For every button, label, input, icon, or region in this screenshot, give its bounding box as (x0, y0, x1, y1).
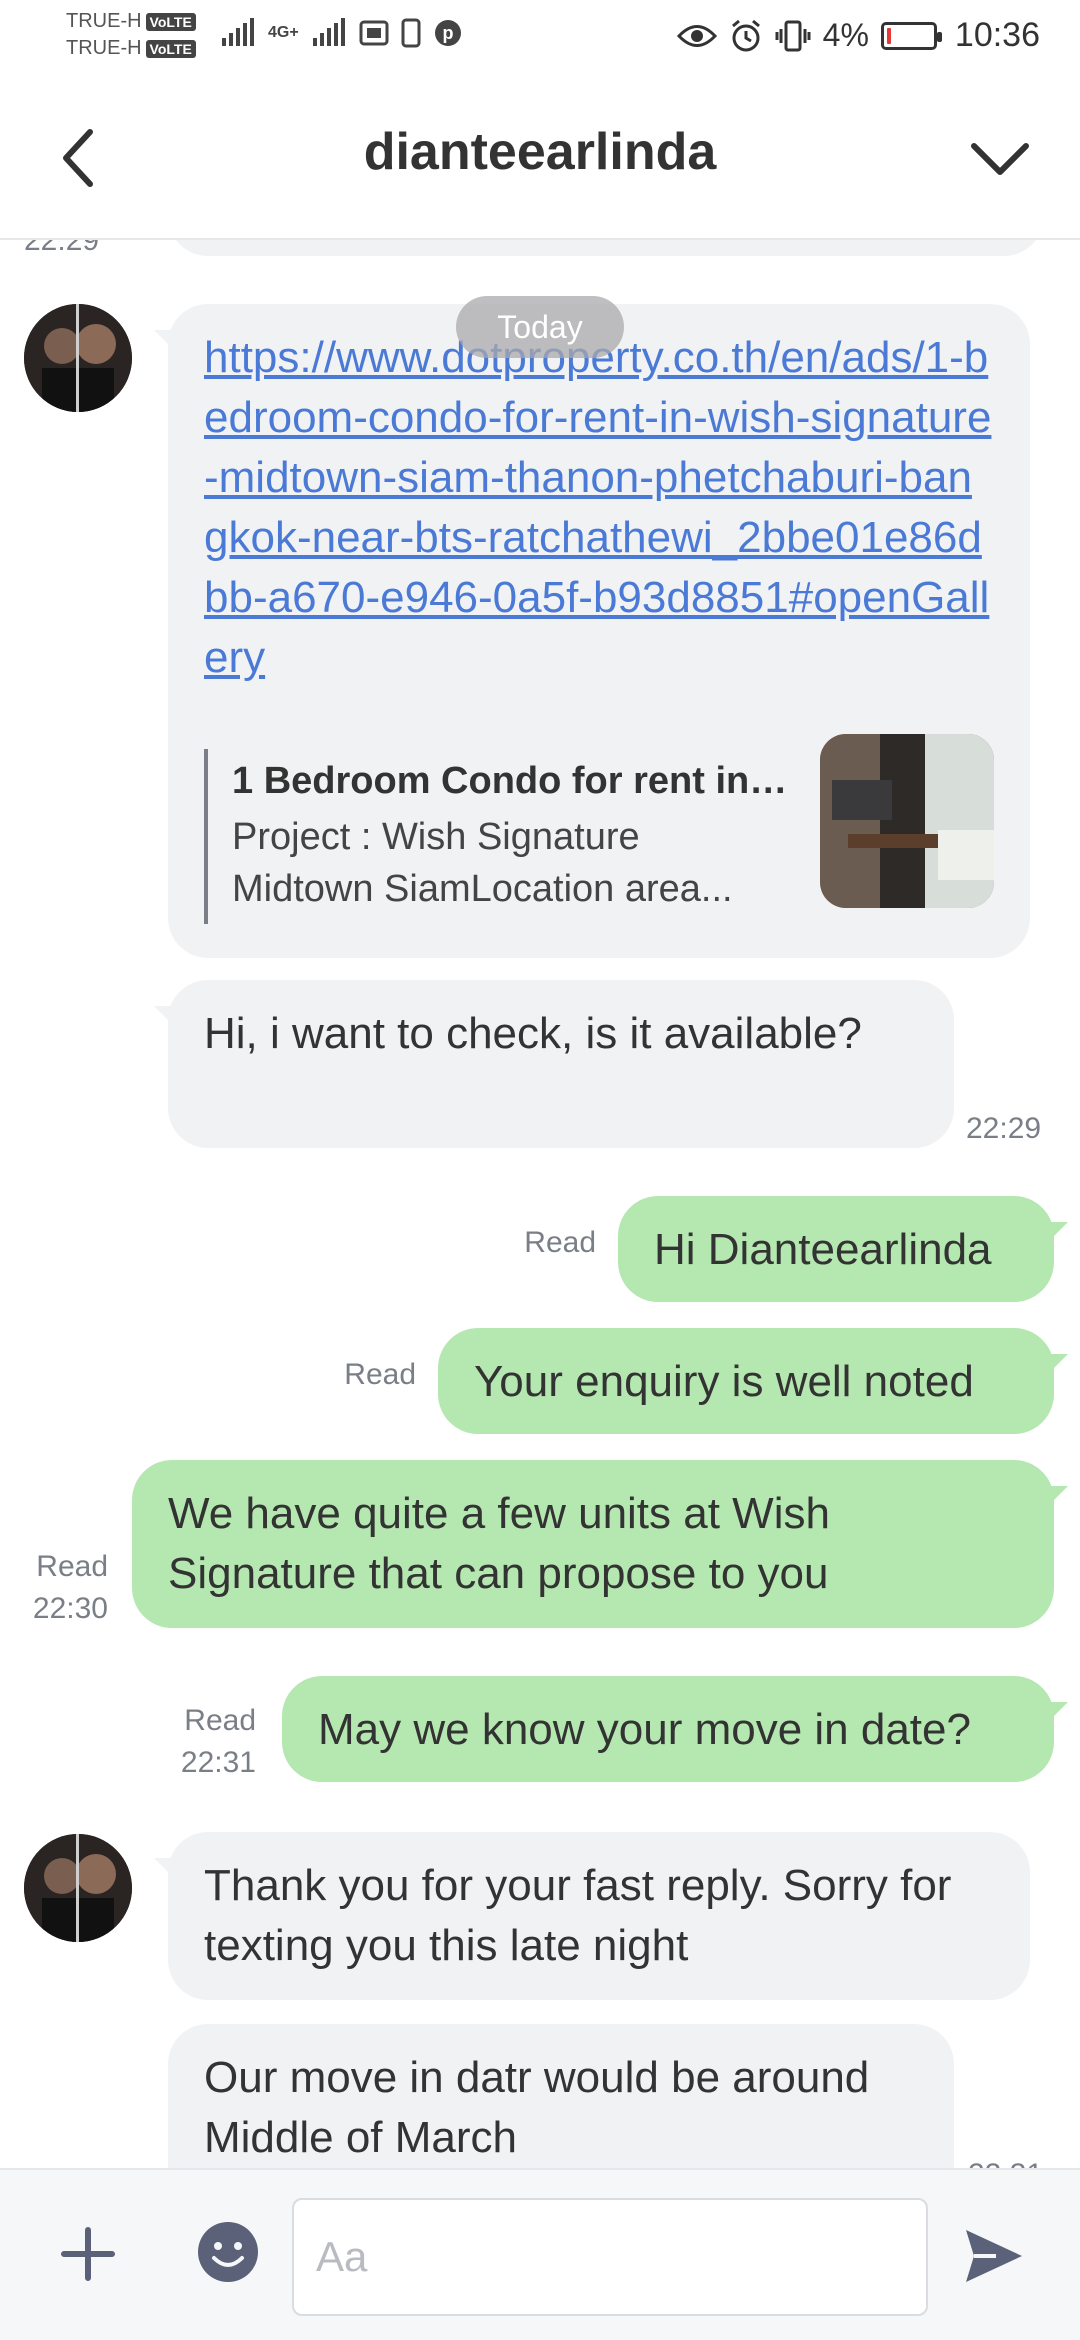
svg-text:p: p (442, 23, 453, 43)
carrier-info: TRUE-H VoLTE TRUE-H VoLTE (66, 8, 196, 62)
phone-icon (401, 18, 421, 48)
preview-desc-line: Project : Wish Signature (232, 816, 640, 858)
battery-percent: 4% (822, 17, 869, 53)
read-status: Read (524, 1226, 596, 1259)
plus-icon[interactable] (58, 2224, 118, 2284)
signal-icon (312, 18, 345, 46)
message-bubble-outgoing[interactable]: Your enquiry is well noted (438, 1328, 1068, 1434)
message-bubble-incoming[interactable]: Thank you for your fast reply. Sorry for… (154, 1832, 1030, 2000)
status-icons-right: 4% 10:36 (676, 16, 1040, 55)
volte-badge: VoLTE (145, 12, 196, 31)
chat-header: dianteearlinda (0, 76, 1080, 240)
volte-badge: VoLTE (145, 39, 196, 58)
carrier-name: TRUE-H (66, 10, 142, 32)
link-preview[interactable]: 1 Bedroom Condo for rent in Wish Signatu… (204, 734, 994, 924)
read-status: Read 22:31 (160, 1700, 256, 1784)
battery-icon (880, 21, 942, 50)
condo-photo (820, 734, 994, 908)
message-input-bar (0, 2168, 1080, 2340)
clock: 10:36 (954, 16, 1040, 54)
avatar[interactable] (24, 304, 132, 412)
send-icon[interactable] (962, 2224, 1026, 2288)
previous-bubble-edge (168, 240, 1044, 256)
status-bar: TRUE-H VoLTE TRUE-H VoLTE 4G+ p 4% 10:36 (0, 0, 1080, 76)
read-label: Read (184, 1704, 256, 1737)
message-text: May we know your move in date? (318, 1705, 971, 1754)
message-text: Hi Dianteearlinda (654, 1225, 992, 1274)
signal-icon (222, 18, 254, 46)
message-bubble-outgoing[interactable]: Hi Dianteearlinda (618, 1196, 1068, 1302)
network-type: 4G+ (268, 24, 299, 41)
read-status: Read 22:30 (10, 1546, 108, 1630)
message-time: 22:29 (966, 1112, 1042, 1145)
pinterest-icon: p (434, 20, 461, 46)
page-title: dianteearlinda (363, 123, 717, 181)
message-time: 22:29 (24, 240, 100, 257)
avatar[interactable] (24, 1834, 132, 1942)
preview-bar (204, 749, 208, 924)
message-text: Thank you for your fast reply. Sorry for… (204, 1861, 952, 1970)
date-separator: Today (456, 296, 624, 358)
link-url[interactable]: https://www.dotproperty.co.th/en/ads/1-b… (204, 328, 994, 688)
link-message-bubble[interactable]: https://www.dotproperty.co.th/en/ads/1-b… (154, 304, 1030, 958)
preview-desc-line: Midtown SiamLocation area... (232, 868, 733, 910)
message-bubble-outgoing[interactable]: May we know your move in date? (282, 1676, 1068, 1782)
chat-area[interactable]: 22:29 Today https://www.dotproperty.co.t… (0, 240, 1080, 2168)
avatar-photo (24, 304, 132, 412)
message-text: Your enquiry is well noted (474, 1357, 974, 1406)
preview-description: Project : Wish Signature Midtown SiamLoc… (232, 811, 792, 915)
read-label: Read (36, 1550, 108, 1583)
message-text: Hi, i want to check, is it available? (204, 1009, 862, 1058)
message-time: 22:31 (968, 2154, 1058, 2168)
emoji-icon[interactable] (196, 2220, 260, 2284)
carrier-name: TRUE-H (66, 37, 142, 59)
message-input[interactable] (292, 2198, 928, 2316)
vibrate-icon (775, 20, 811, 51)
message-bubble-incoming[interactable]: Hi, i want to check, is it available? (154, 980, 954, 1148)
avatar-photo (24, 1834, 132, 1942)
message-bubble-outgoing[interactable]: We have quite a few units at Wish Signat… (132, 1460, 1068, 1628)
message-text: Our move in datr would be around Middle … (204, 2053, 870, 2162)
status-icons-left: 4G+ p (220, 18, 463, 48)
eye-icon (676, 24, 717, 47)
read-status: Read (344, 1358, 416, 1391)
message-time: 22:31 (180, 1746, 256, 1779)
message-bubble-incoming[interactable]: Our move in datr would be around Middle … (168, 2024, 954, 2168)
message-text: We have quite a few units at Wish Signat… (168, 1489, 830, 1598)
message-time: 22:30 (32, 1592, 108, 1625)
preview-title: 1 Bedroom Condo for rent in Wish Signatu… (232, 760, 792, 802)
chevron-down-icon[interactable] (960, 118, 1040, 198)
sim-card-icon (359, 20, 389, 46)
alarm-icon (731, 19, 760, 51)
preview-thumbnail[interactable] (820, 734, 994, 908)
